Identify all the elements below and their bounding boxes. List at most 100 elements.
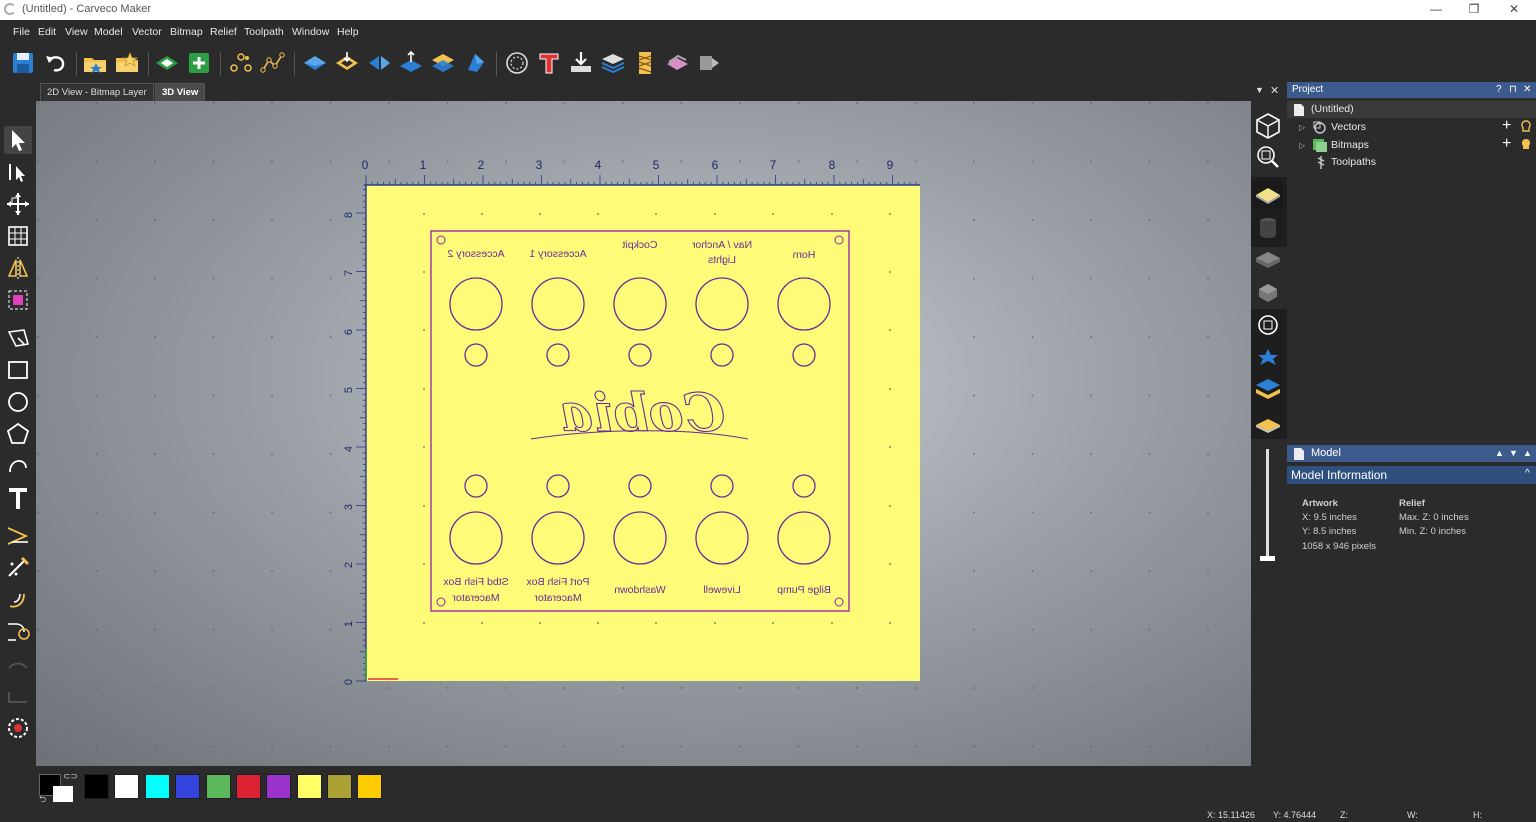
polygon-tool-icon[interactable] [4,420,32,448]
color-swatch[interactable] [175,774,200,799]
collapse-icon[interactable]: ▲ [1523,445,1532,461]
viewport-canvas[interactable]: 0 1 2 3 4 5 6 7 8 9 0 1 2 3 4 5 6 7 8 Ho… [36,101,1251,766]
dropdown-icon[interactable]: ▼ [1509,445,1518,461]
pin-icon[interactable]: ⊓ [1509,82,1517,98]
cylinder-view-icon[interactable] [1253,213,1283,241]
open-folder-icon[interactable] [82,50,108,76]
tree-item-bitmaps[interactable]: ▷ Bitmaps + [1287,135,1536,154]
group-select-icon[interactable] [4,286,32,314]
3d-viewport[interactable]: 0 1 2 3 4 5 6 7 8 9 0 1 2 3 4 5 6 7 8 Ho… [36,101,1251,766]
offset-curve-icon[interactable] [4,586,32,614]
stack-layers-icon[interactable] [600,50,626,76]
swap-colors-icon[interactable]: ⮌ [39,792,46,808]
stepped-block-view-icon[interactable] [1253,277,1283,305]
simulate-toolpath-icon[interactable] [696,50,722,76]
zoom-fit-icon[interactable] [1253,143,1283,171]
model-flat-icon[interactable] [154,50,180,76]
vector-layer-bulb-icon[interactable] [1519,120,1533,134]
maximize-button[interactable]: ❐ [1459,1,1489,18]
tab-2d-view[interactable]: 2D View - Bitmap Layer [40,83,154,101]
text-tool-icon[interactable] [4,484,32,512]
view-dropdown-icon[interactable]: ▼ [1255,85,1264,95]
secondary-color-swatch[interactable] [53,786,73,802]
color-swatch[interactable] [114,774,139,799]
relief-view-yellow-icon[interactable] [334,50,360,76]
polyline-icon[interactable] [4,324,32,352]
mirror-icon[interactable] [4,254,32,282]
save-icon[interactable] [10,50,36,76]
disabled-rect-icon[interactable] [4,682,32,710]
curve-node-icon[interactable] [260,50,286,76]
view-close-icon[interactable]: ✕ [1270,84,1279,97]
settings-gear-icon[interactable] [4,714,32,742]
flat-block-view-icon[interactable] [1253,245,1283,273]
texture-icon[interactable] [632,50,658,76]
rectangle-tool-icon[interactable] [4,356,32,384]
rotate-view-icon[interactable] [1253,311,1283,339]
menu-file[interactable]: File [13,26,30,38]
trim-vector-icon[interactable] [4,522,32,550]
relief-raise-icon[interactable] [398,50,424,76]
color-swatch[interactable] [266,774,291,799]
relief-layers-icon[interactable] [430,50,456,76]
relief-plane-icon[interactable] [462,50,488,76]
color-swatch[interactable] [206,774,231,799]
color-swatch[interactable] [84,774,109,799]
open-recent-icon[interactable] [114,50,140,76]
chevron-up-icon[interactable]: ^ [1525,466,1530,482]
help-icon[interactable]: ? [1496,82,1502,98]
menu-bitmap[interactable]: Bitmap [170,26,203,38]
close-window-button[interactable]: ✕ [1499,1,1529,18]
color-swatch[interactable] [297,774,322,799]
minimize-button[interactable]: — [1421,1,1451,18]
pin-icon[interactable]: ▲ [1495,445,1504,461]
menu-toolpath[interactable]: Toolpath [244,26,284,38]
arc-tool-icon[interactable] [4,452,32,480]
color-swatch[interactable] [236,774,261,799]
menu-model[interactable]: Model [94,26,123,38]
tab-3d-view[interactable]: 3D View [155,83,206,101]
layer-stack-view-icon[interactable] [1253,375,1283,403]
fillet-icon[interactable] [4,618,32,646]
menu-relief[interactable]: Relief [210,26,237,38]
bitmap-layer-view-icon[interactable] [1253,411,1283,439]
shaded-star-icon[interactable] [1253,343,1283,371]
bitmap-layer-bulb-icon[interactable] [1519,138,1533,152]
relief-view-blue-icon[interactable] [302,50,328,76]
color-swatch[interactable] [145,774,170,799]
color-swatch[interactable] [327,774,352,799]
add-model-icon[interactable] [186,50,212,76]
disabled-curve-icon[interactable] [4,650,32,678]
expand-arrow-icon[interactable]: ▷ [1299,137,1305,154]
tree-item-toolpaths[interactable]: Toolpaths [1287,154,1536,171]
top-view-icon[interactable] [1253,181,1283,209]
menu-view[interactable]: View [65,26,88,38]
add-bitmap-layer-icon[interactable]: + [1502,135,1511,152]
toolpath-scan-icon[interactable] [504,50,530,76]
model-info-section[interactable]: Model Information ^ [1287,466,1536,484]
select-arrow-icon[interactable] [4,126,32,154]
grid-tile-icon[interactable] [4,222,32,250]
menu-window[interactable]: Window [292,26,329,38]
tree-item-vectors[interactable]: ▷ Vectors + [1287,117,1536,136]
menu-help[interactable]: Help [337,26,359,38]
panel-close-icon[interactable]: ✕ [1523,82,1531,98]
preview-material-icon[interactable] [664,50,690,76]
move-icon[interactable] [4,190,32,218]
tree-item-root[interactable]: (Untitled) [1287,101,1536,118]
menu-vector[interactable]: Vector [132,26,162,38]
zoom-slider-handle[interactable] [1260,556,1275,561]
iso-view-icon[interactable] [1253,111,1283,139]
relief-split-icon[interactable] [366,50,392,76]
menu-edit[interactable]: Edit [38,26,56,38]
expand-arrow-icon[interactable]: ▷ [1299,119,1305,136]
add-vector-layer-icon[interactable]: + [1502,117,1511,134]
zoom-slider-track[interactable] [1266,449,1269,559]
import-icon[interactable] [568,50,594,76]
smooth-vector-icon[interactable] [4,554,32,582]
node-select-icon[interactable] [4,158,32,186]
link-colors-icon[interactable]: ⊂⊃ [63,771,78,782]
color-swatch[interactable] [357,774,382,799]
undo-icon[interactable] [42,50,68,76]
text-tool-red-icon[interactable] [536,50,562,76]
